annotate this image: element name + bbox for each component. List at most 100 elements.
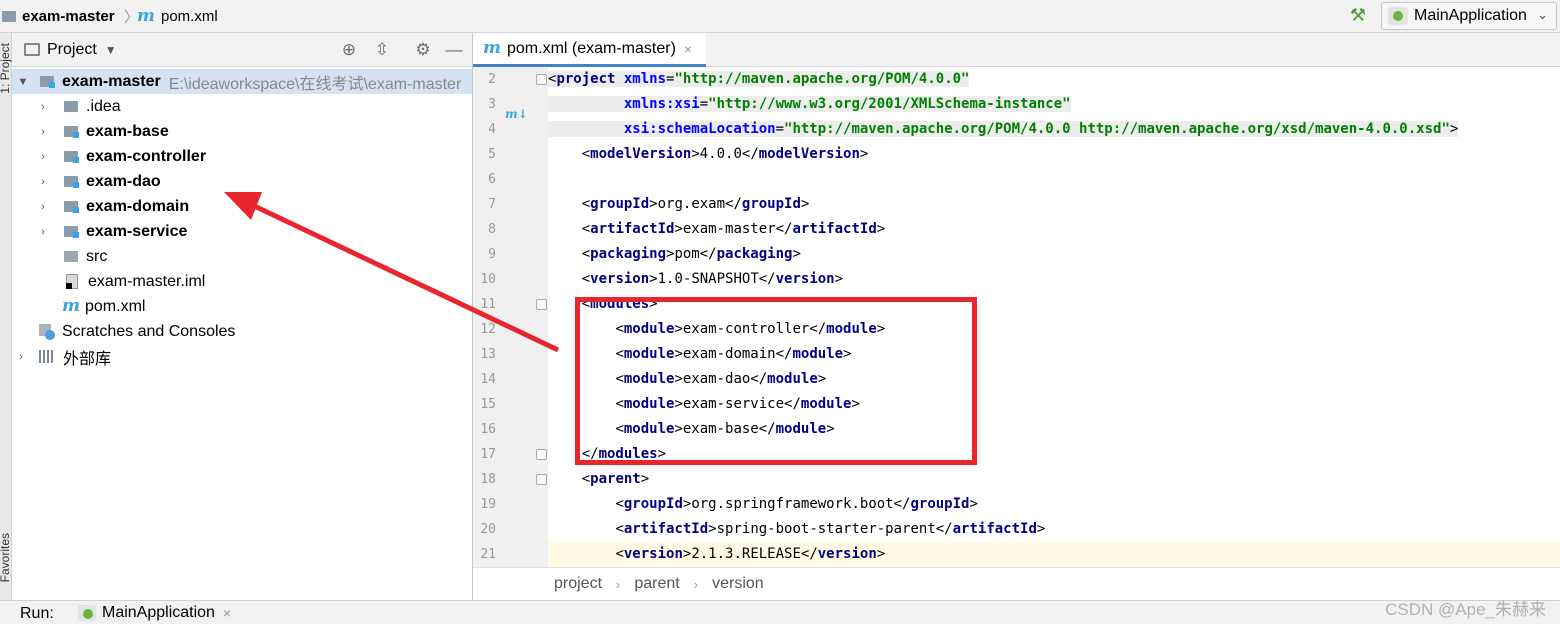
- line-number: 16: [480, 422, 496, 437]
- tree-item-label: exam-controller: [86, 147, 207, 165]
- line-number: 8: [488, 222, 496, 237]
- chevron-right-icon: ›: [616, 576, 621, 592]
- breadcrumb-file-label: pom.xml: [161, 7, 218, 25]
- folder-icon: [2, 10, 16, 22]
- code-line: <artifactId>exam-master</artifactId>: [581, 221, 886, 237]
- tab-pom-xml[interactable]: m pom.xml (exam-master) ×: [473, 33, 706, 67]
- module-folder-icon: [64, 176, 79, 188]
- breadcrumb-project-tag[interactable]: project: [554, 575, 602, 593]
- minimize-icon[interactable]: —: [444, 40, 464, 60]
- project-panel-title[interactable]: Project: [47, 41, 97, 59]
- breadcrumb-version-tag[interactable]: version: [712, 575, 764, 593]
- run-configuration-select[interactable]: MainApplication ⌄: [1381, 2, 1557, 30]
- gear-icon[interactable]: ⚙: [413, 40, 433, 60]
- folder-icon: [64, 251, 78, 262]
- collapsed-arrow-icon[interactable]: ›: [36, 226, 50, 238]
- module-folder-icon: [64, 201, 79, 213]
- line-number: 17: [480, 447, 496, 462]
- collapsed-arrow-icon[interactable]: ›: [36, 126, 50, 138]
- line-number: 3: [488, 97, 496, 112]
- maven-gutter-icon[interactable]: m↓: [505, 107, 528, 121]
- line-number: 7: [488, 197, 496, 212]
- code-line: <version>1.0-SNAPSHOT</version>: [581, 271, 844, 287]
- maven-icon: m: [137, 5, 155, 26]
- close-icon[interactable]: ×: [684, 41, 692, 57]
- line-number: 12: [480, 322, 496, 337]
- line-number: 15: [480, 397, 496, 412]
- maven-icon: m: [483, 38, 501, 58]
- code-line: <parent>: [581, 471, 650, 487]
- collapsed-arrow-icon[interactable]: ›: [36, 151, 50, 163]
- maven-icon: m: [62, 296, 80, 316]
- breadcrumb-project-label: exam-master: [22, 7, 115, 25]
- module-folder-icon: [40, 76, 55, 88]
- code-line: <groupId>org.springframework.boot</group…: [615, 496, 978, 512]
- line-number: 13: [480, 347, 496, 362]
- tree-item-label: src: [86, 247, 108, 265]
- breadcrumb-file[interactable]: m pom.xml: [137, 6, 218, 26]
- code-line: <packaging>pom</packaging>: [581, 246, 801, 262]
- tree-item-label: exam-master.iml: [88, 272, 206, 290]
- tree-item[interactable]: › exam-dao: [36, 169, 161, 194]
- tree-item-label: exam-domain: [86, 197, 190, 215]
- run-tab-mainapplication[interactable]: MainApplication ×: [78, 604, 231, 622]
- run-configuration-label: MainApplication: [1414, 7, 1527, 24]
- line-number: 9: [488, 247, 496, 262]
- tree-item[interactable]: › .idea: [36, 94, 121, 119]
- collapsed-arrow-icon[interactable]: ›: [36, 201, 50, 213]
- tree-item-scratches[interactable]: Scratches and Consoles: [39, 319, 235, 344]
- fold-marker-icon[interactable]: [536, 74, 547, 85]
- expanded-arrow-icon[interactable]: ▼: [16, 76, 30, 88]
- close-icon[interactable]: ×: [223, 605, 231, 621]
- collapsed-arrow-icon[interactable]: ›: [14, 351, 28, 363]
- module-folder-icon: [64, 226, 79, 238]
- chevron-down-icon[interactable]: ▼: [105, 43, 117, 57]
- tree-item-label: exam-service: [86, 222, 188, 240]
- tree-item-scratches-label: Scratches and Consoles: [62, 322, 236, 340]
- tree-item[interactable]: › exam-base: [36, 119, 169, 144]
- line-number: 18: [480, 472, 496, 487]
- fold-marker-icon[interactable]: [536, 474, 547, 485]
- line-number: 5: [488, 147, 496, 162]
- tree-item[interactable]: src: [50, 244, 107, 269]
- favorites-tool-window-button[interactable]: Favorites: [0, 533, 12, 582]
- line-number: 10: [480, 272, 496, 287]
- tree-item[interactable]: › exam-service: [36, 219, 187, 244]
- chevron-down-icon: ⌄: [1537, 7, 1548, 22]
- left-tool-strip: 1: Project Favorites: [0, 33, 12, 600]
- locate-target-icon[interactable]: ⊕: [339, 40, 359, 60]
- line-number: 21: [480, 547, 496, 562]
- module-folder-icon: [64, 151, 79, 163]
- build-hammer-icon[interactable]: ⚒: [1347, 5, 1369, 27]
- tree-item[interactable]: › exam-controller: [36, 144, 206, 169]
- watermark: CSDN @Ape_朱赫来: [1385, 600, 1546, 619]
- code-line: <modelVersion>4.0.0</modelVersion>: [581, 146, 869, 162]
- tree-item[interactable]: › exam-domain: [36, 194, 189, 219]
- tree-item-external-libraries[interactable]: › 外部库: [12, 344, 111, 369]
- tree-item[interactable]: exam-master.iml: [50, 269, 205, 294]
- line-number-gutter: m↓ 2 3 4 5 6 7 8 9 10 11 12 13 14 15 16 17 18 19 20 21: [473, 67, 548, 567]
- fold-marker-icon[interactable]: [536, 449, 547, 460]
- library-icon: [39, 350, 55, 363]
- line-number: 19: [480, 497, 496, 512]
- collapse-all-icon[interactable]: ⇳: [372, 40, 392, 60]
- project-tool-window-button[interactable]: 1: Project: [0, 43, 12, 94]
- tree-root-exam-master[interactable]: ▼ exam-master E:\ideaworkspace\在线考试\exam…: [12, 69, 472, 94]
- code-line: <version>2.1.3.RELEASE</version>: [548, 542, 1560, 567]
- collapsed-arrow-icon[interactable]: ›: [36, 101, 50, 113]
- collapsed-arrow-icon[interactable]: ›: [36, 176, 50, 188]
- tree-item-label: .idea: [86, 97, 121, 115]
- module-file-icon: [66, 274, 78, 289]
- fold-marker-icon[interactable]: [536, 299, 547, 310]
- line-number: 4: [488, 122, 496, 137]
- line-number: 14: [480, 372, 496, 387]
- navigation-bar: exam-master 〉 m pom.xml ⚒ MainApplicatio…: [0, 0, 1560, 33]
- code-line: <project xmlns="http://maven.apache.org/…: [548, 71, 970, 87]
- tree-root-path: E:\ideaworkspace\在线考试\exam-master: [168, 75, 462, 93]
- tree-item-external-libraries-label: 外部库: [63, 350, 112, 368]
- tree-item[interactable]: m pom.xml: [50, 294, 145, 319]
- breadcrumb-project[interactable]: exam-master: [2, 6, 115, 26]
- tree-item-label: pom.xml: [85, 297, 146, 315]
- project-panel-header: Project ▼ ⊕ ⇳ ⚙ —: [12, 33, 472, 67]
- breadcrumb-parent-tag[interactable]: parent: [634, 575, 679, 593]
